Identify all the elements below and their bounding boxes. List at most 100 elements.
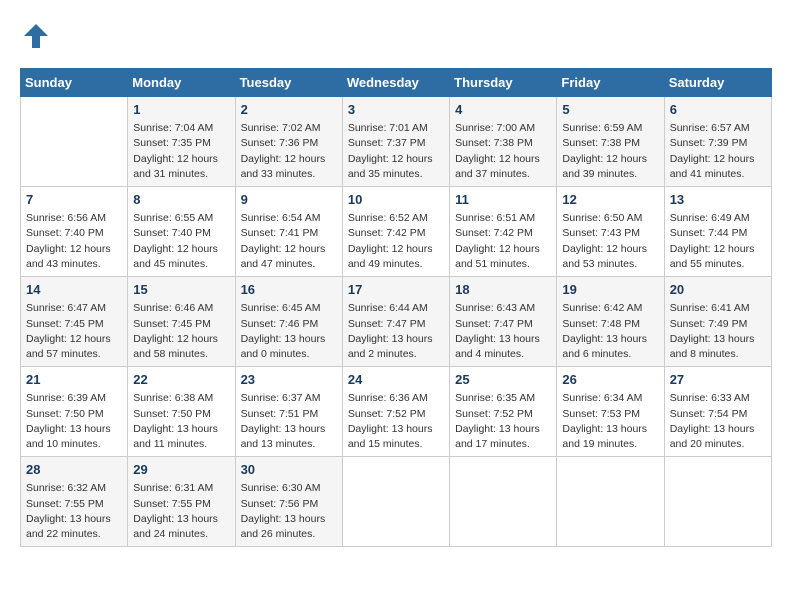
day-number: 30 [241,461,337,479]
logo-icon [20,20,52,52]
day-number: 15 [133,281,229,299]
col-header-friday: Friday [557,69,664,97]
col-header-monday: Monday [128,69,235,97]
day-number: 5 [562,101,658,119]
calendar-cell: 29 Sunrise: 6:31 AMSunset: 7:55 PMDayligh… [128,457,235,547]
calendar-cell: 20Sunrise: 6:41 AMSunset: 7:49 PMDayligh… [664,277,771,367]
calendar-cell: 15 Sunrise: 6:46 AMSunset: 7:45 PMDayligh… [128,277,235,367]
day-number: 4 [455,101,551,119]
day-number: 6 [670,101,766,119]
calendar-cell: 19 Sunrise: 6:42 AMSunset: 7:48 PMDayligh… [557,277,664,367]
cell-info: Sunrise: 6:46 AMSunset: 7:45 PMDaylight:… [133,301,229,362]
calendar-cell: 10Sunrise: 6:52 AMSunset: 7:42 PMDayligh… [342,187,449,277]
cell-info: Sunrise: 7:04 AMSunset: 7:35 PMDaylight:… [133,121,229,182]
calendar-cell: 4 Sunrise: 7:00 AMSunset: 7:38 PMDaylight… [450,97,557,187]
cell-info: Sunrise: 6:31 AMSunset: 7:55 PMDaylight:… [133,481,229,542]
day-number: 10 [348,191,444,209]
day-number: 13 [670,191,766,209]
calendar-cell: 5 Sunrise: 6:59 AMSunset: 7:38 PMDaylight… [557,97,664,187]
day-number: 7 [26,191,122,209]
calendar-cell: 6 Sunrise: 6:57 AMSunset: 7:39 PMDaylight… [664,97,771,187]
col-header-thursday: Thursday [450,69,557,97]
calendar-cell: 2 Sunrise: 7:02 AMSunset: 7:36 PMDaylight… [235,97,342,187]
calendar-cell: 25 Sunrise: 6:35 AMSunset: 7:52 PMDayligh… [450,367,557,457]
day-number: 8 [133,191,229,209]
calendar-cell [342,457,449,547]
col-header-wednesday: Wednesday [342,69,449,97]
cell-info: Sunrise: 6:47 AMSunset: 7:45 PMDaylight:… [26,301,122,362]
day-number: 17 [348,281,444,299]
cell-info: Sunrise: 7:01 AMSunset: 7:37 PMDaylight:… [348,121,444,182]
day-number: 18 [455,281,551,299]
calendar-cell: 23 Sunrise: 6:37 AMSunset: 7:51 PMDayligh… [235,367,342,457]
cell-info: Sunrise: 6:43 AMSunset: 7:47 PMDaylight:… [455,301,551,362]
calendar-cell: 22Sunrise: 6:38 AMSunset: 7:50 PMDayligh… [128,367,235,457]
calendar-cell [21,97,128,187]
cell-info: Sunrise: 6:57 AMSunset: 7:39 PMDaylight:… [670,121,766,182]
day-number: 16 [241,281,337,299]
calendar-cell: 26 Sunrise: 6:34 AMSunset: 7:53 PMDayligh… [557,367,664,457]
cell-info: Sunrise: 6:35 AMSunset: 7:52 PMDaylight:… [455,391,551,452]
day-number: 1 [133,101,229,119]
day-number: 24 [348,371,444,389]
day-number: 2 [241,101,337,119]
calendar-cell [557,457,664,547]
logo [20,20,56,52]
calendar-cell: 12 Sunrise: 6:50 AMSunset: 7:43 PMDayligh… [557,187,664,277]
day-number: 27 [670,371,766,389]
calendar-cell: 1 Sunrise: 7:04 AMSunset: 7:35 PMDaylight… [128,97,235,187]
cell-info: Sunrise: 6:34 AMSunset: 7:53 PMDaylight:… [562,391,658,452]
day-number: 11 [455,191,551,209]
cell-info: Sunrise: 7:02 AMSunset: 7:36 PMDaylight:… [241,121,337,182]
cell-info: Sunrise: 6:32 AMSunset: 7:55 PMDaylight:… [26,481,122,542]
calendar-cell: 28 Sunrise: 6:32 AMSunset: 7:55 PMDayligh… [21,457,128,547]
cell-info: Sunrise: 6:33 AMSunset: 7:54 PMDaylight:… [670,391,766,452]
cell-info: Sunrise: 6:51 AMSunset: 7:42 PMDaylight:… [455,211,551,272]
cell-info: Sunrise: 7:00 AMSunset: 7:38 PMDaylight:… [455,121,551,182]
day-number: 29 [133,461,229,479]
day-number: 19 [562,281,658,299]
col-header-sunday: Sunday [21,69,128,97]
calendar-cell: 17 Sunrise: 6:44 AMSunset: 7:47 PMDayligh… [342,277,449,367]
cell-info: Sunrise: 6:55 AMSunset: 7:40 PMDaylight:… [133,211,229,272]
cell-info: Sunrise: 6:44 AMSunset: 7:47 PMDaylight:… [348,301,444,362]
calendar-cell: 9Sunrise: 6:54 AMSunset: 7:41 PMDaylight… [235,187,342,277]
calendar-cell: 7 Sunrise: 6:56 AMSunset: 7:40 PMDaylight… [21,187,128,277]
calendar-cell: 8 Sunrise: 6:55 AMSunset: 7:40 PMDaylight… [128,187,235,277]
col-header-saturday: Saturday [664,69,771,97]
calendar-cell [664,457,771,547]
calendar-cell: 30 Sunrise: 6:30 AMSunset: 7:56 PMDayligh… [235,457,342,547]
day-number: 23 [241,371,337,389]
cell-info: Sunrise: 6:42 AMSunset: 7:48 PMDaylight:… [562,301,658,362]
cell-info: Sunrise: 6:30 AMSunset: 7:56 PMDaylight:… [241,481,337,542]
calendar-cell: 24 Sunrise: 6:36 AMSunset: 7:52 PMDayligh… [342,367,449,457]
cell-info: Sunrise: 6:54 AMSunset: 7:41 PMDaylight:… [241,211,337,272]
day-number: 22 [133,371,229,389]
calendar-cell: 13 Sunrise: 6:49 AMSunset: 7:44 PMDayligh… [664,187,771,277]
calendar-cell: 18 Sunrise: 6:43 AMSunset: 7:47 PMDayligh… [450,277,557,367]
day-number: 28 [26,461,122,479]
day-number: 25 [455,371,551,389]
cell-info: Sunrise: 6:59 AMSunset: 7:38 PMDaylight:… [562,121,658,182]
col-header-tuesday: Tuesday [235,69,342,97]
cell-info: Sunrise: 6:36 AMSunset: 7:52 PMDaylight:… [348,391,444,452]
calendar-cell: 14 Sunrise: 6:47 AMSunset: 7:45 PMDayligh… [21,277,128,367]
cell-info: Sunrise: 6:49 AMSunset: 7:44 PMDaylight:… [670,211,766,272]
cell-info: Sunrise: 6:56 AMSunset: 7:40 PMDaylight:… [26,211,122,272]
day-number: 12 [562,191,658,209]
calendar-cell [450,457,557,547]
calendar-cell: 16 Sunrise: 6:45 AMSunset: 7:46 PMDayligh… [235,277,342,367]
day-number: 3 [348,101,444,119]
cell-info: Sunrise: 6:45 AMSunset: 7:46 PMDaylight:… [241,301,337,362]
calendar-cell: 21 Sunrise: 6:39 AMSunset: 7:50 PMDayligh… [21,367,128,457]
calendar-cell: 27 Sunrise: 6:33 AMSunset: 7:54 PMDayligh… [664,367,771,457]
cell-info: Sunrise: 6:39 AMSunset: 7:50 PMDaylight:… [26,391,122,452]
cell-info: Sunrise: 6:50 AMSunset: 7:43 PMDaylight:… [562,211,658,272]
cell-info: Sunrise: 6:37 AMSunset: 7:51 PMDaylight:… [241,391,337,452]
cell-info: Sunrise: 6:41 AMSunset: 7:49 PMDaylight:… [670,301,766,362]
day-number: 14 [26,281,122,299]
page-header [20,20,772,52]
day-number: 21 [26,371,122,389]
calendar-table: SundayMondayTuesdayWednesdayThursdayFrid… [20,68,772,547]
day-number: 26 [562,371,658,389]
